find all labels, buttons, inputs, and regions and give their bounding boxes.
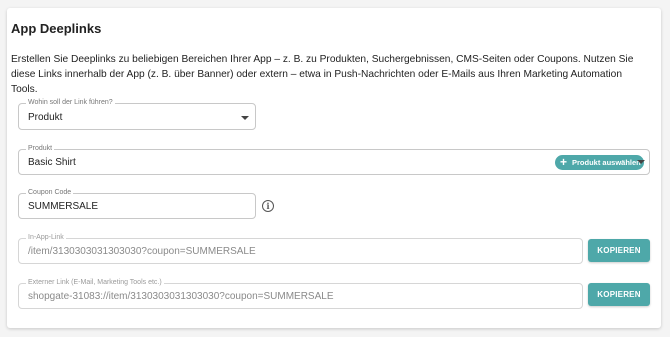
section-description: Erstellen Sie Deeplinks zu beliebigen Be… (11, 54, 634, 95)
select-product-button[interactable]: + Produkt auswählen (555, 155, 644, 170)
section-title: App Deeplinks (11, 21, 102, 36)
link-target-value: Produkt (28, 112, 63, 123)
select-product-label: Produkt auswählen (572, 158, 641, 167)
product-label: Produkt (26, 144, 55, 154)
product-value: Basic Shirt (28, 157, 76, 168)
link-target-select[interactable]: Wohin soll der Link führen? Produkt (18, 98, 256, 130)
coupon-code-label: Coupon Code (26, 188, 74, 198)
in-app-link-field[interactable]: In-App-Link /item/3130303031303030?coupo… (18, 233, 583, 264)
external-link-label: Externer Link (E-Mail, Marketing Tools e… (26, 278, 164, 288)
in-app-link-label: In-App-Link (26, 233, 66, 243)
plus-icon: + (560, 155, 568, 169)
coupon-code-input[interactable]: Coupon Code SUMMERSALE (18, 188, 256, 219)
info-icon[interactable]: i (262, 200, 274, 212)
product-select[interactable]: Produkt Basic Shirt + Produkt auswählen (18, 144, 650, 175)
chevron-down-icon (241, 116, 249, 120)
coupon-code-value: SUMMERSALE (28, 201, 99, 212)
external-link-value: shopgate-31083://item/3130303031303030?c… (28, 291, 334, 302)
copy-in-app-link-button[interactable]: KOPIEREN (588, 239, 650, 262)
chevron-down-icon[interactable] (637, 160, 645, 164)
in-app-link-value: /item/3130303031303030?coupon=SUMMERSALE (28, 246, 256, 257)
copy-external-link-button[interactable]: KOPIEREN (588, 283, 650, 306)
link-target-label: Wohin soll der Link führen? (26, 98, 115, 108)
external-link-field[interactable]: Externer Link (E-Mail, Marketing Tools e… (18, 278, 583, 309)
